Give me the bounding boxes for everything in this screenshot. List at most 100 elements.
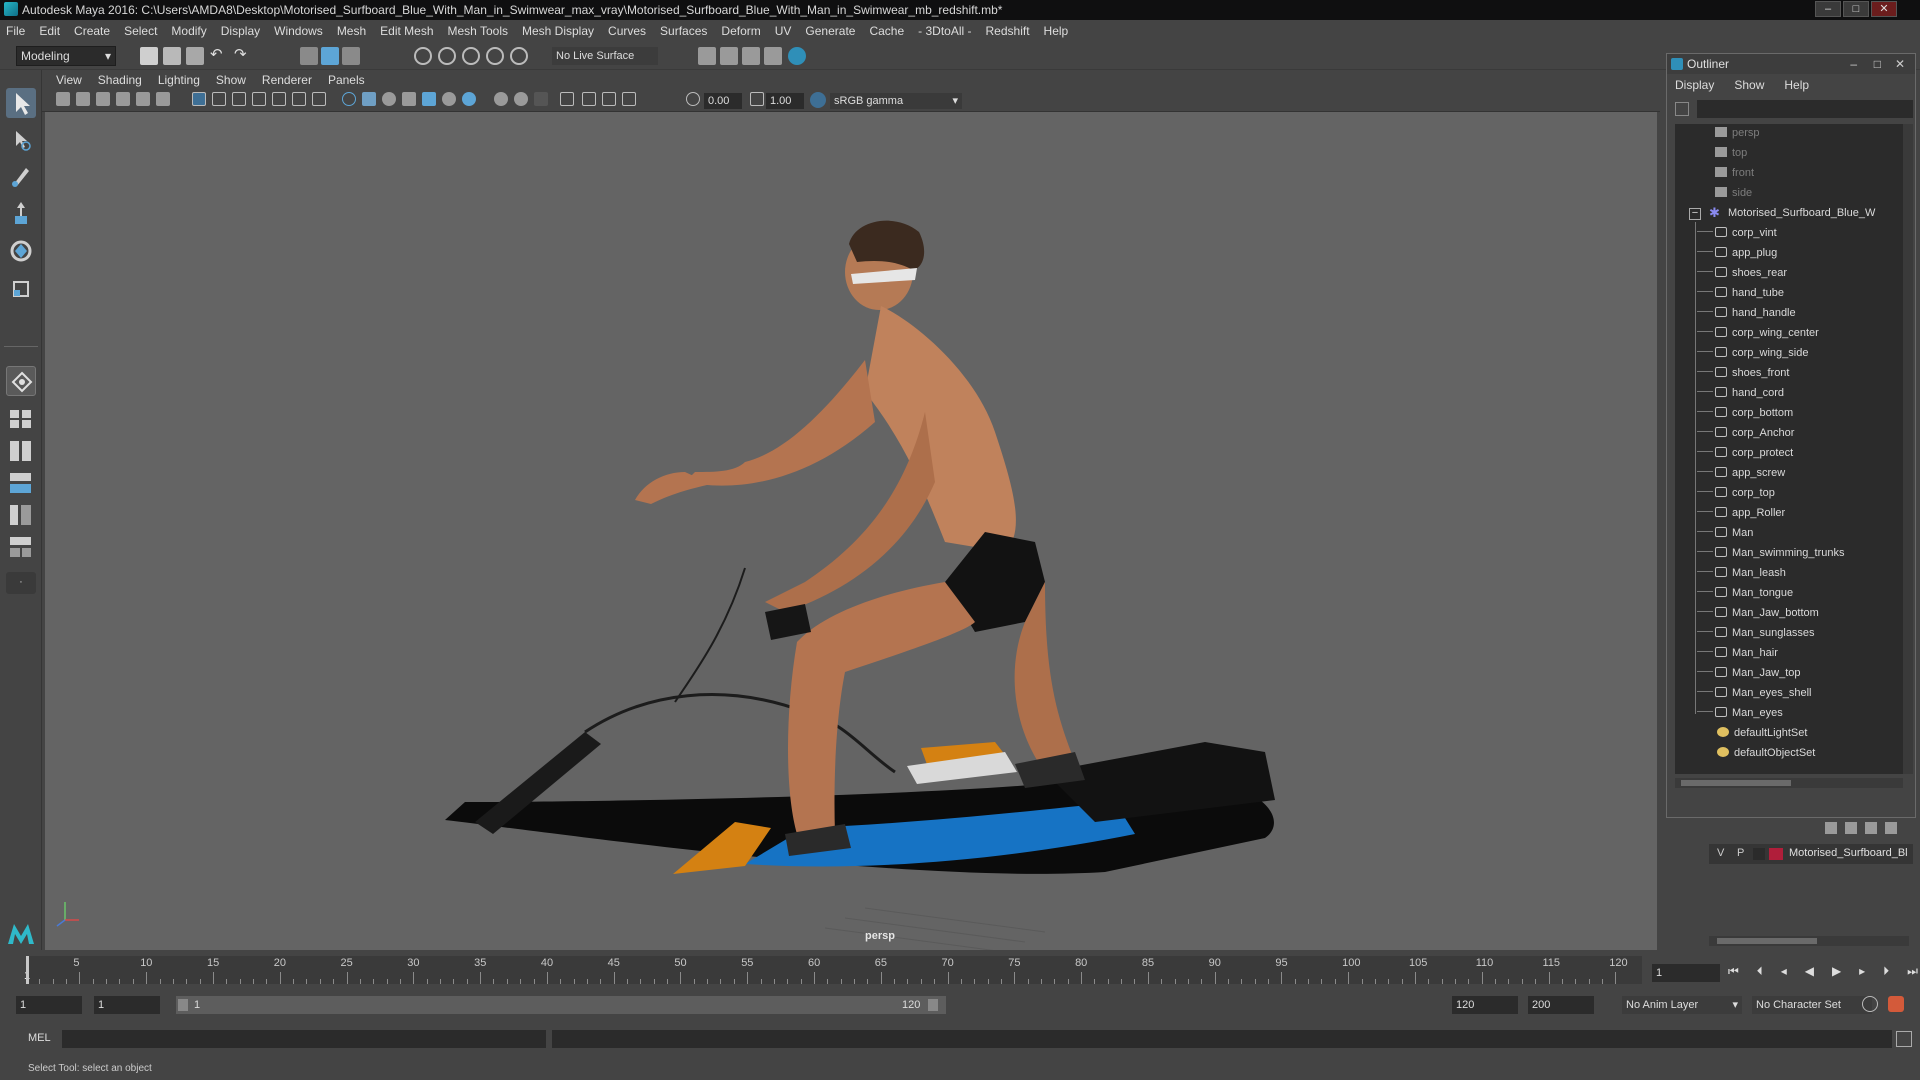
snap-to-point-icon[interactable] xyxy=(462,47,480,65)
select-tool-icon[interactable] xyxy=(6,88,36,118)
hypershade-icon[interactable] xyxy=(764,47,782,65)
step-forward-key-icon[interactable]: ⏵ xyxy=(1883,964,1889,982)
tree-item-camera[interactable]: persp xyxy=(1715,124,1760,142)
new-scene-icon[interactable] xyxy=(140,47,158,65)
layer-color-swatch[interactable] xyxy=(1769,848,1783,860)
xray-active-components-icon[interactable] xyxy=(602,92,616,106)
layer-playback-toggle[interactable]: P xyxy=(1737,847,1744,859)
step-back-frame-icon[interactable]: ◂ xyxy=(1781,964,1787,982)
new-layer-selected-icon[interactable] xyxy=(1885,822,1897,834)
viewport-menu-lighting[interactable]: Lighting xyxy=(158,73,200,87)
tree-item-mesh[interactable]: Man_hair xyxy=(1697,644,1778,662)
tree-item-set[interactable]: defaultLightSet xyxy=(1717,724,1807,742)
tree-item-mesh[interactable]: Man_sunglasses xyxy=(1697,624,1815,642)
render-settings-icon[interactable] xyxy=(698,47,716,65)
menu-edit[interactable]: Edit xyxy=(39,24,60,38)
bookmark-icon[interactable] xyxy=(96,92,110,106)
tree-item-mesh[interactable]: shoes_front xyxy=(1697,364,1789,382)
menu-mesh-tools[interactable]: Mesh Tools xyxy=(448,24,508,38)
grease-pencil-icon[interactable] xyxy=(156,92,170,106)
select-by-object-icon[interactable] xyxy=(321,47,339,65)
animation-start-field[interactable]: 1 xyxy=(16,996,82,1014)
mode-selector[interactable]: Modeling ▾ xyxy=(16,46,116,66)
menu-select[interactable]: Select xyxy=(124,24,157,38)
ambient-occlusion-icon[interactable] xyxy=(462,92,476,106)
snap-to-grid-icon[interactable] xyxy=(414,47,432,65)
outliner-search-input[interactable] xyxy=(1697,100,1913,118)
shadows-icon[interactable] xyxy=(442,92,456,106)
depth-of-field-icon[interactable] xyxy=(534,92,548,106)
menu-help[interactable]: Help xyxy=(1044,24,1069,38)
play-backward-icon[interactable]: ◀ xyxy=(1805,964,1814,982)
range-start-handle[interactable] xyxy=(178,999,188,1011)
safe-title-icon[interactable] xyxy=(312,92,326,106)
menu-surfaces[interactable]: Surfaces xyxy=(660,24,707,38)
tree-item-mesh[interactable]: Man_eyes xyxy=(1697,704,1783,722)
viewport-menu-view[interactable]: View xyxy=(56,73,82,87)
menu-cache[interactable]: Cache xyxy=(869,24,904,38)
redshift-render-icon[interactable] xyxy=(788,47,806,65)
anim-layer-select[interactable]: No Anim Layer ▾ xyxy=(1622,996,1742,1014)
wireframe-on-shaded-icon[interactable] xyxy=(382,92,396,106)
motion-blur-icon[interactable] xyxy=(494,92,508,106)
safe-action-icon[interactable] xyxy=(292,92,306,106)
move-tool-icon[interactable] xyxy=(6,198,36,228)
animation-preferences-icon[interactable] xyxy=(1888,996,1904,1012)
single-pane-layout-icon[interactable] xyxy=(6,406,36,432)
outliner-tree[interactable]: persp top front side − ✱ Motorised_Surfboa… xyxy=(1675,124,1903,774)
live-surface-field[interactable]: No Live Surface xyxy=(552,47,658,65)
tree-item-mesh[interactable]: app_Roller xyxy=(1697,504,1785,522)
menu-edit-mesh[interactable]: Edit Mesh xyxy=(380,24,433,38)
filter-icon[interactable] xyxy=(1675,102,1689,116)
tree-item-mesh[interactable]: corp_wing_side xyxy=(1697,344,1808,362)
open-scene-icon[interactable] xyxy=(163,47,181,65)
two-d-pan-zoom-icon[interactable] xyxy=(136,92,150,106)
step-back-key-icon[interactable]: ⏴ xyxy=(1757,964,1763,982)
tree-item-mesh[interactable]: shoes_rear xyxy=(1697,264,1787,282)
textured-icon[interactable] xyxy=(402,92,416,106)
use-all-lights-icon[interactable] xyxy=(422,92,436,106)
tree-item-mesh[interactable]: Man_eyes_shell xyxy=(1697,684,1812,702)
undo-icon[interactable]: ↶ xyxy=(210,47,228,65)
outliner-minimize-button[interactable]: ‒ xyxy=(1850,54,1857,74)
tree-item-root[interactable]: − ✱ Motorised_Surfboard_Blue_W xyxy=(1689,204,1875,222)
outliner-menu-show[interactable]: Show xyxy=(1734,78,1764,96)
new-layer-icon[interactable] xyxy=(1865,822,1877,834)
tree-item-mesh[interactable]: corp_protect xyxy=(1697,444,1793,462)
animation-end-field[interactable]: 200 xyxy=(1528,996,1594,1014)
layer-reference-toggle[interactable] xyxy=(1753,848,1765,860)
tree-item-mesh[interactable]: corp_wing_center xyxy=(1697,324,1819,342)
tree-item-mesh[interactable]: Man_Jaw_bottom xyxy=(1697,604,1819,622)
camera-attributes-icon[interactable] xyxy=(76,92,90,106)
rotate-tool-icon[interactable] xyxy=(6,236,36,266)
tree-item-mesh[interactable]: Man_Jaw_top xyxy=(1697,664,1801,682)
viewport-menu-show[interactable]: Show xyxy=(216,73,246,87)
two-pane-layout-icon[interactable] xyxy=(6,438,36,464)
color-space-select[interactable]: sRGB gamma ▾ xyxy=(830,93,962,109)
layer-visibility-toggle[interactable]: V xyxy=(1717,847,1724,859)
tree-item-mesh[interactable]: hand_tube xyxy=(1697,284,1784,302)
current-frame-field[interactable]: 1 xyxy=(1652,964,1720,982)
menu-deform[interactable]: Deform xyxy=(721,24,760,38)
film-gate-icon[interactable] xyxy=(212,92,226,106)
menu-create[interactable]: Create xyxy=(74,24,110,38)
paint-select-tool-icon[interactable] xyxy=(6,160,36,190)
playback-end-field[interactable]: 120 xyxy=(1452,996,1518,1014)
tree-item-mesh[interactable]: app_plug xyxy=(1697,244,1777,262)
select-by-hierarchy-icon[interactable] xyxy=(300,47,318,65)
viewport-menu-renderer[interactable]: Renderer xyxy=(262,73,312,87)
collapse-icon[interactable]: − xyxy=(1689,208,1701,220)
wireframe-icon[interactable] xyxy=(342,92,356,106)
redo-icon[interactable]: ↷ xyxy=(234,47,252,65)
close-button[interactable]: ✕ xyxy=(1871,1,1897,17)
field-chart-icon[interactable] xyxy=(272,92,286,106)
outliner-menu-help[interactable]: Help xyxy=(1784,78,1809,96)
outliner-title-bar[interactable]: Outliner ‒ □ ✕ xyxy=(1667,54,1915,74)
isolate-select-icon[interactable] xyxy=(560,92,574,106)
maximize-button[interactable]: □ xyxy=(1843,1,1869,17)
tree-item-mesh[interactable]: app_screw xyxy=(1697,464,1785,482)
resolution-gate-icon[interactable] xyxy=(232,92,246,106)
color-management-icon[interactable] xyxy=(810,92,826,108)
scrollbar-thumb[interactable] xyxy=(1681,780,1791,786)
tree-item-set[interactable]: defaultObjectSet xyxy=(1717,744,1815,762)
